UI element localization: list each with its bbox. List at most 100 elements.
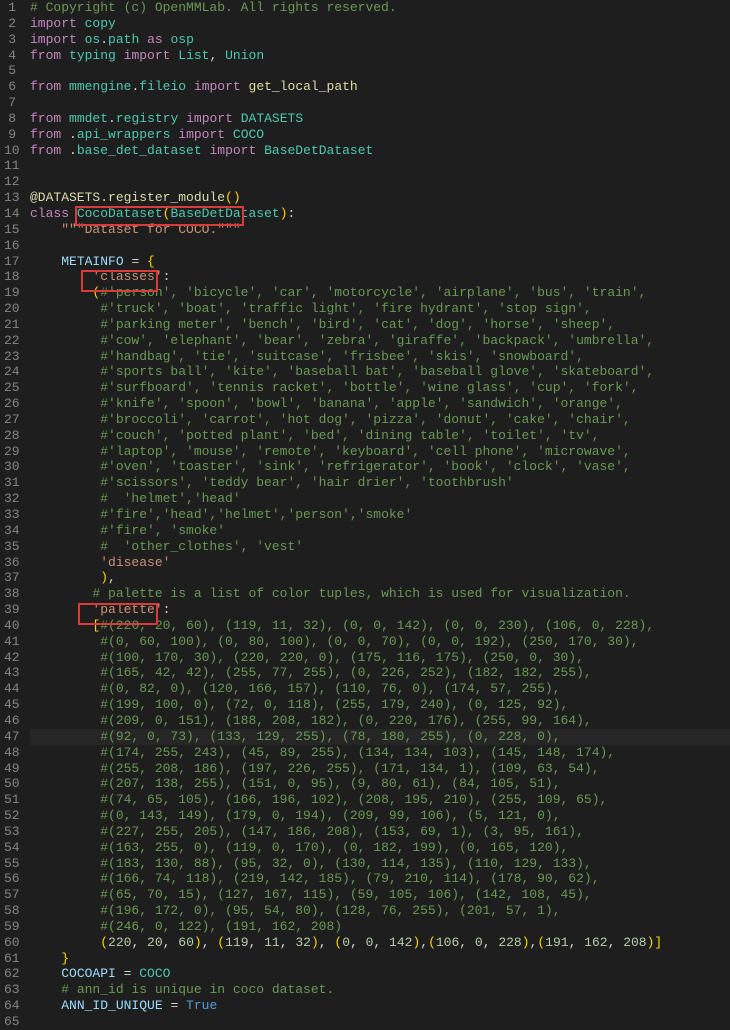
line-number: 55 <box>4 856 16 872</box>
code-line[interactable]: """Dataset for COCO.""" <box>30 222 730 238</box>
line-number: 46 <box>4 713 16 729</box>
line-number: 44 <box>4 681 16 697</box>
line-number: 54 <box>4 840 16 856</box>
code-line[interactable]: #'surfboard', 'tennis racket', 'bottle',… <box>30 380 730 396</box>
code-line[interactable]: #'oven', 'toaster', 'sink', 'refrigerato… <box>30 459 730 475</box>
code-line[interactable]: #(65, 70, 15), (127, 167, 115), (59, 105… <box>30 887 730 903</box>
code-line[interactable]: #(199, 100, 0), (72, 0, 118), (255, 179,… <box>30 697 730 713</box>
code-line[interactable]: #(100, 170, 30), (220, 220, 0), (175, 11… <box>30 650 730 666</box>
line-number: 59 <box>4 919 16 935</box>
code-line[interactable]: #'broccoli', 'carrot', 'hot dog', 'pizza… <box>30 412 730 428</box>
line-number: 28 <box>4 428 16 444</box>
code-line[interactable]: from typing import List, Union <box>30 48 730 64</box>
code-line[interactable]: #(246, 0, 122), (191, 162, 208) <box>30 919 730 935</box>
code-line[interactable]: #'truck', 'boat', 'traffic light', 'fire… <box>30 301 730 317</box>
code-line[interactable]: #(255, 208, 186), (197, 226, 255), (171,… <box>30 761 730 777</box>
code-line[interactable]: # 'other_clothes', 'vest' <box>30 539 730 555</box>
code-line[interactable]: } <box>30 951 730 967</box>
code-line[interactable]: # 'helmet','head' <box>30 491 730 507</box>
code-line[interactable]: # Copyright (c) OpenMMLab. All rights re… <box>30 0 730 16</box>
line-number: 42 <box>4 650 16 666</box>
code-line[interactable]: from .base_det_dataset import BaseDetDat… <box>30 143 730 159</box>
code-line[interactable]: (#'person', 'bicycle', 'car', 'motorcycl… <box>30 285 730 301</box>
code-line[interactable]: 'disease' <box>30 555 730 571</box>
code-line[interactable]: ), <box>30 570 730 586</box>
line-number: 52 <box>4 808 16 824</box>
line-number: 3 <box>4 32 16 48</box>
code-line[interactable]: COCOAPI = COCO <box>30 966 730 982</box>
code-line[interactable]: #(74, 65, 105), (166, 196, 102), (208, 1… <box>30 792 730 808</box>
code-line[interactable]: #'scissors', 'teddy bear', 'hair drier',… <box>30 475 730 491</box>
line-number: 4 <box>4 48 16 64</box>
line-number: 27 <box>4 412 16 428</box>
code-line[interactable]: #'handbag', 'tie', 'suitcase', 'frisbee'… <box>30 349 730 365</box>
code-line[interactable]: #(0, 143, 149), (179, 0, 194), (209, 99,… <box>30 808 730 824</box>
code-line[interactable]: class CocoDataset(BaseDetDataset): <box>30 206 730 222</box>
code-line[interactable] <box>30 95 730 111</box>
code-line[interactable]: #(207, 138, 255), (151, 0, 95), (9, 80, … <box>30 776 730 792</box>
line-number: 36 <box>4 555 16 571</box>
code-line[interactable]: #'sports ball', 'kite', 'baseball bat', … <box>30 364 730 380</box>
line-number: 12 <box>4 174 16 190</box>
code-line[interactable] <box>30 238 730 254</box>
code-line[interactable]: #(92, 0, 73), (133, 129, 255), (78, 180,… <box>30 729 730 745</box>
code-line[interactable]: # palette is a list of color tuples, whi… <box>30 586 730 602</box>
line-number: 49 <box>4 761 16 777</box>
code-line[interactable] <box>30 1014 730 1030</box>
code-line[interactable]: #'couch', 'potted plant', 'bed', 'dining… <box>30 428 730 444</box>
code-line[interactable]: 'classes': <box>30 269 730 285</box>
code-line[interactable]: from mmdet.registry import DATASETS <box>30 111 730 127</box>
code-line[interactable]: #(183, 130, 88), (95, 32, 0), (130, 114,… <box>30 856 730 872</box>
code-line[interactable]: #(209, 0, 151), (188, 208, 182), (0, 220… <box>30 713 730 729</box>
line-number: 2 <box>4 16 16 32</box>
line-number: 35 <box>4 539 16 555</box>
line-number: 63 <box>4 982 16 998</box>
line-number: 16 <box>4 238 16 254</box>
line-number: 30 <box>4 459 16 475</box>
line-number: 32 <box>4 491 16 507</box>
code-line[interactable]: 'palette': <box>30 602 730 618</box>
line-number: 45 <box>4 697 16 713</box>
code-line[interactable]: #(0, 82, 0), (120, 166, 157), (110, 76, … <box>30 681 730 697</box>
code-line[interactable]: (220, 20, 60), (119, 11, 32), (0, 0, 142… <box>30 935 730 951</box>
code-line[interactable]: @DATASETS.register_module() <box>30 190 730 206</box>
code-line[interactable] <box>30 63 730 79</box>
code-area[interactable]: # Copyright (c) OpenMMLab. All rights re… <box>28 0 730 1030</box>
line-number: 22 <box>4 333 16 349</box>
code-line[interactable]: #'cow', 'elephant', 'bear', 'zebra', 'gi… <box>30 333 730 349</box>
code-line[interactable] <box>30 158 730 174</box>
line-number: 9 <box>4 127 16 143</box>
code-line[interactable]: from .api_wrappers import COCO <box>30 127 730 143</box>
line-number: 20 <box>4 301 16 317</box>
code-line[interactable] <box>30 174 730 190</box>
code-line[interactable]: [#(220, 20, 60), (119, 11, 32), (0, 0, 1… <box>30 618 730 634</box>
code-editor: 1234567891011121314151617181920212223242… <box>0 0 730 1030</box>
code-line[interactable]: #'fire', 'smoke' <box>30 523 730 539</box>
code-line[interactable]: #(0, 60, 100), (0, 80, 100), (0, 0, 70),… <box>30 634 730 650</box>
line-number: 29 <box>4 444 16 460</box>
code-line[interactable]: import os.path as osp <box>30 32 730 48</box>
code-line[interactable]: #(174, 255, 243), (45, 89, 255), (134, 1… <box>30 745 730 761</box>
line-number: 40 <box>4 618 16 634</box>
code-line[interactable]: # ann_id is unique in coco dataset. <box>30 982 730 998</box>
code-line[interactable]: #(166, 74, 118), (219, 142, 185), (79, 2… <box>30 871 730 887</box>
line-number: 14 <box>4 206 16 222</box>
code-line[interactable]: from mmengine.fileio import get_local_pa… <box>30 79 730 95</box>
line-number: 61 <box>4 951 16 967</box>
code-line[interactable]: #'parking meter', 'bench', 'bird', 'cat'… <box>30 317 730 333</box>
code-line[interactable]: #'laptop', 'mouse', 'remote', 'keyboard'… <box>30 444 730 460</box>
code-line[interactable]: import copy <box>30 16 730 32</box>
code-line[interactable]: ANN_ID_UNIQUE = True <box>30 998 730 1014</box>
code-line[interactable]: #(196, 172, 0), (95, 54, 80), (128, 76, … <box>30 903 730 919</box>
code-line[interactable]: METAINFO = { <box>30 254 730 270</box>
line-number: 43 <box>4 665 16 681</box>
code-line[interactable]: #(163, 255, 0), (119, 0, 170), (0, 182, … <box>30 840 730 856</box>
line-number: 6 <box>4 79 16 95</box>
code-line[interactable]: #'fire','head','helmet','person','smoke' <box>30 507 730 523</box>
line-number: 18 <box>4 269 16 285</box>
code-line[interactable]: #(165, 42, 42), (255, 77, 255), (0, 226,… <box>30 665 730 681</box>
line-number: 21 <box>4 317 16 333</box>
line-number: 24 <box>4 364 16 380</box>
code-line[interactable]: #(227, 255, 205), (147, 186, 208), (153,… <box>30 824 730 840</box>
code-line[interactable]: #'knife', 'spoon', 'bowl', 'banana', 'ap… <box>30 396 730 412</box>
